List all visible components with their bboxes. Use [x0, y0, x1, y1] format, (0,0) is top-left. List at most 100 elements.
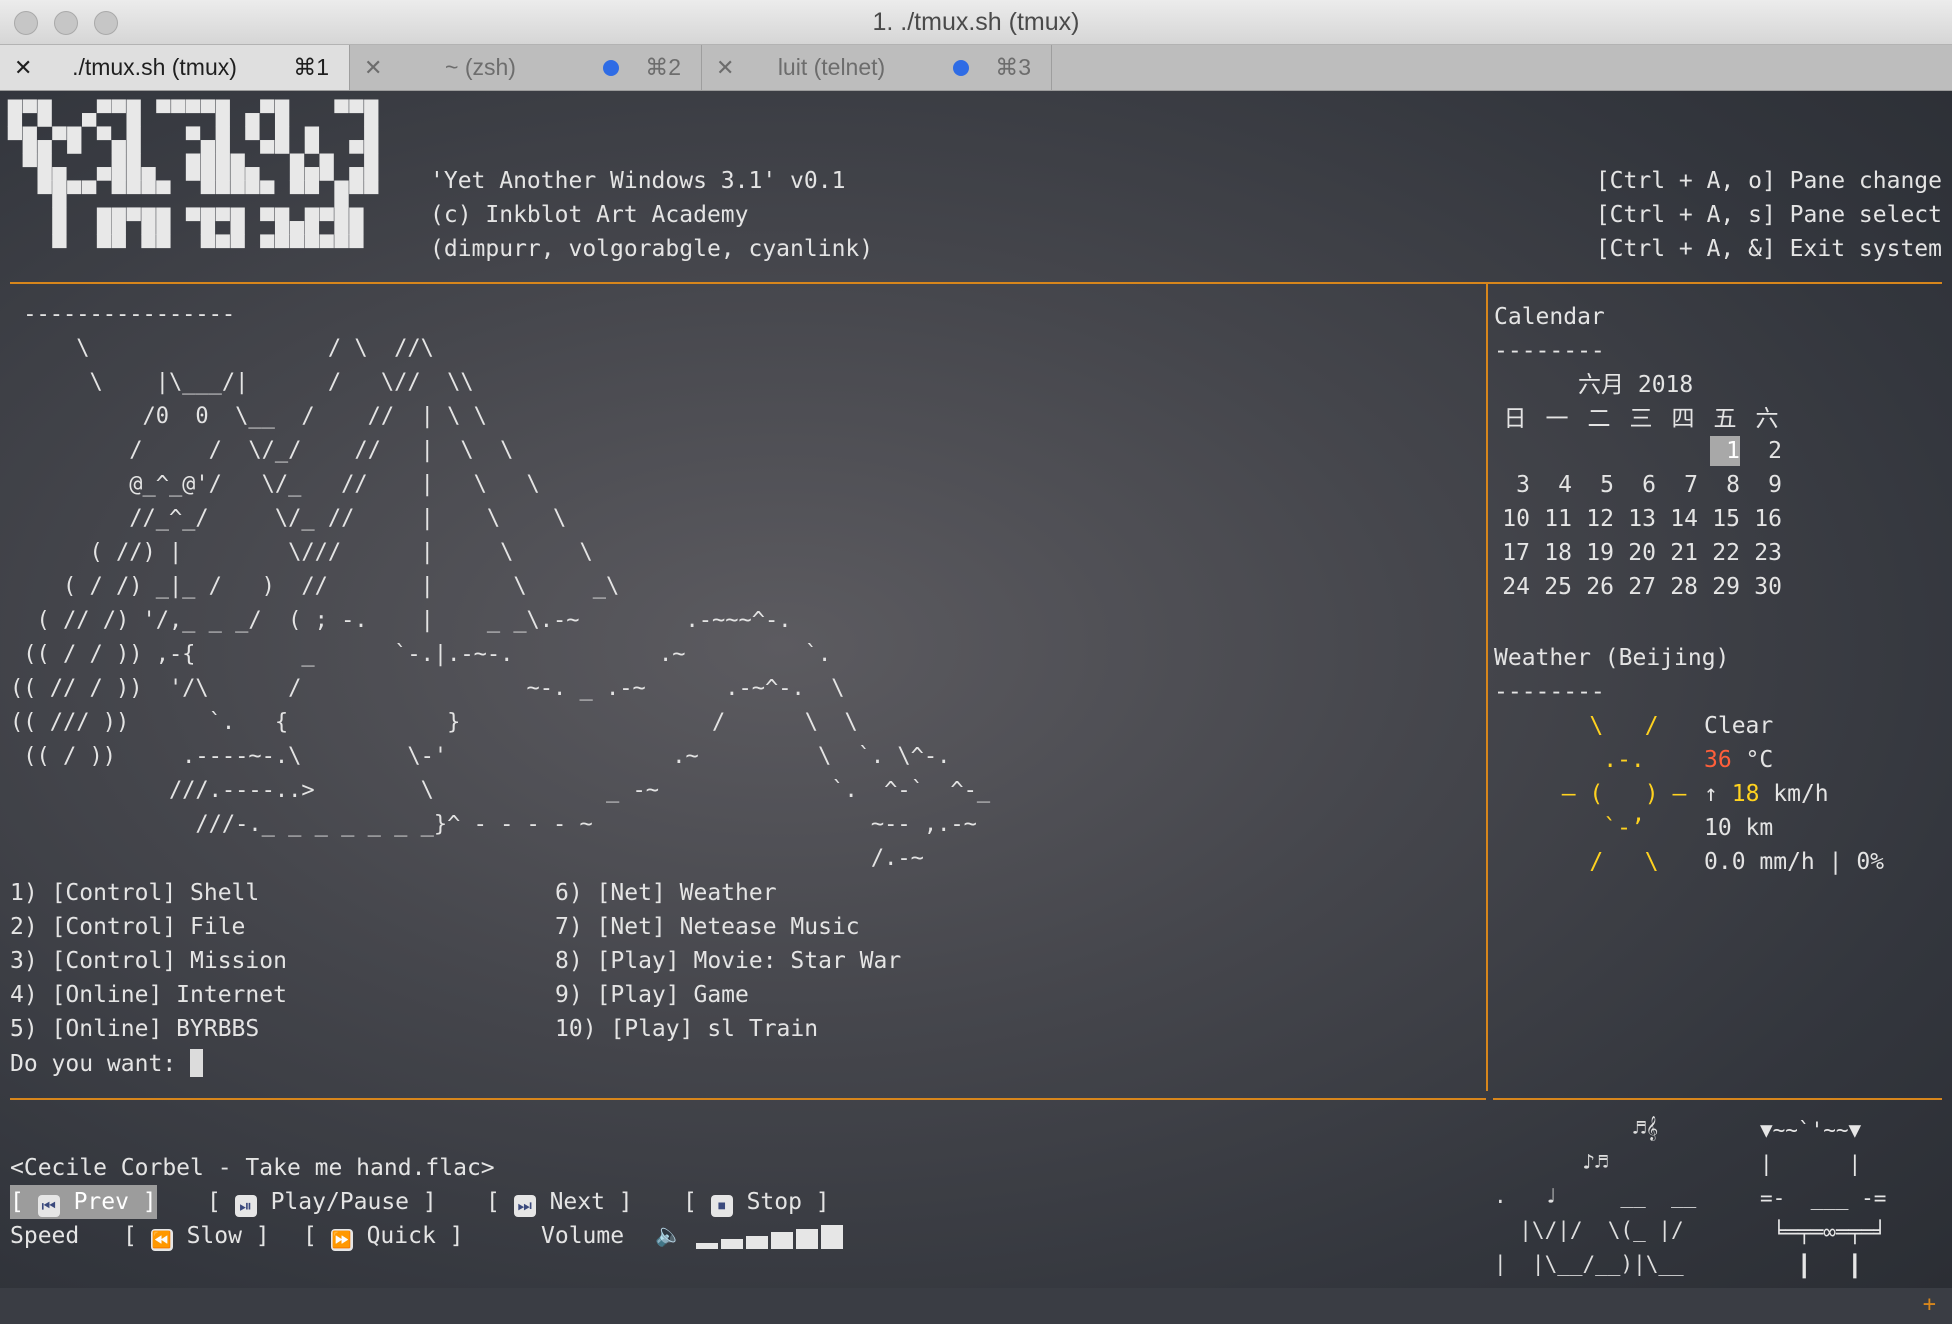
prev-icon: ⏮	[37, 1195, 60, 1217]
slow-icon: ⏪	[150, 1229, 173, 1251]
weather-title: Weather (Beijing)	[1494, 645, 1730, 671]
volume-slider[interactable]	[696, 1223, 856, 1249]
calendar-day[interactable]: 5	[1584, 470, 1614, 500]
calendar-grid: 日一二三四五六 1 2 3 4 5 6 7 8 9 10 11 12 13 14 15 16 17 18 19 20 21…	[1494, 402, 1794, 606]
dragon-ascii-art: ---------------- \ / \ //\ \ |\___/| / \…	[10, 302, 991, 871]
pane-divider-bottom-left	[10, 1098, 1486, 1100]
calendar-day[interactable]: 19	[1584, 538, 1614, 568]
volume-bar	[721, 1239, 743, 1249]
tab-shortcut: ⌘2	[645, 54, 681, 80]
sun-icon: \ / .-. ― ( ) ― `-’ / \	[1561, 713, 1687, 875]
app-version: 'Yet Another Windows 3.1' v0.1	[430, 168, 846, 194]
calendar-weekday: 四	[1671, 406, 1695, 432]
calendar-day[interactable]: 11	[1542, 504, 1572, 534]
slow-button[interactable]: [ ⏪ Slow ]	[123, 1219, 270, 1253]
stop-label: Stop	[746, 1189, 802, 1215]
calendar-day[interactable]: 28	[1668, 572, 1698, 602]
pane-divider-bottom-right	[1493, 1098, 1942, 1100]
calendar-day[interactable]: 30	[1752, 572, 1782, 602]
calendar-day[interactable]: 26	[1584, 572, 1614, 602]
menu-item-mission[interactable]: 3) [Control] Mission	[10, 944, 287, 978]
window-title: 1. ./tmux.sh (tmux)	[872, 8, 1080, 36]
calendar-day-today[interactable]: 1	[1710, 436, 1740, 466]
weather-temperature: 36 °C	[1704, 743, 1773, 777]
prev-button[interactable]: [ ⏮ Prev ]	[10, 1185, 157, 1219]
calendar-day[interactable]: 14	[1668, 504, 1698, 534]
calendar-day[interactable]: 25	[1542, 572, 1572, 602]
menu-item-game[interactable]: 9) [Play] Game	[555, 978, 749, 1012]
next-label: Next	[549, 1189, 605, 1215]
volume-bar	[821, 1225, 843, 1249]
calendar-day[interactable]: 12	[1584, 504, 1614, 534]
calendar-day[interactable]: 15	[1710, 504, 1740, 534]
menu-item-movie[interactable]: 8) [Play] Movie: Star War	[555, 944, 901, 978]
menu-item-weather[interactable]: 6) [Net] Weather	[555, 876, 777, 910]
prompt-text: Do you want:	[10, 1051, 191, 1077]
pane-divider-vertical	[1486, 283, 1488, 1091]
stop-button[interactable]: [ ⏹ Stop ]	[683, 1185, 830, 1219]
menu-item-file[interactable]: 2) [Control] File	[10, 910, 245, 944]
calendar-weekday: 一	[1545, 406, 1569, 432]
tab-zsh[interactable]: ✕ ~ (zsh) ⌘2	[350, 45, 702, 90]
calendar-day[interactable]: 3	[1500, 470, 1530, 500]
wind-unit: km/h	[1759, 781, 1829, 807]
calendar-day[interactable]: 18	[1542, 538, 1572, 568]
shortcut-exit-system: [Ctrl + A, &] Exit system	[1595, 236, 1942, 262]
weather-wind: ↑ 18 km/h	[1704, 777, 1829, 811]
tab-bar: ✕ ./tmux.sh (tmux) ⌘1 ✕ ~ (zsh) ⌘2 ✕ lui…	[0, 45, 1952, 91]
menu-item-netease-music[interactable]: 7) [Net] Netease Music	[555, 910, 860, 944]
calendar-day[interactable]: 20	[1626, 538, 1656, 568]
window-titlebar: 1. ./tmux.sh (tmux)	[0, 0, 1952, 45]
speed-label: Speed	[10, 1223, 80, 1249]
activity-dot-icon	[603, 60, 619, 76]
play-pause-button[interactable]: [ ⏯ Play/Pause ]	[207, 1185, 437, 1219]
next-button[interactable]: [ ⏭ Next ]	[486, 1185, 633, 1219]
slow-label: Slow	[186, 1223, 242, 1249]
tab-tmux[interactable]: ✕ ./tmux.sh (tmux) ⌘1	[0, 45, 350, 90]
menu-item-internet[interactable]: 4) [Online] Internet	[10, 978, 287, 1012]
calendar-day[interactable]: 27	[1626, 572, 1656, 602]
calendar-day[interactable]: 10	[1500, 504, 1530, 534]
menu-item-sl-train[interactable]: 10) [Play] sl Train	[555, 1012, 818, 1046]
tab-telnet[interactable]: ✕ luit (telnet) ⌘3	[702, 45, 1052, 90]
calendar-weekday: 二	[1587, 406, 1611, 432]
calendar-day[interactable]: 6	[1626, 470, 1656, 500]
next-icon: ⏭	[513, 1195, 536, 1217]
calendar-day[interactable]: 23	[1752, 538, 1782, 568]
wind-arrow-icon: ↑	[1704, 781, 1718, 807]
menu-item-shell[interactable]: 1) [Control] Shell	[10, 876, 259, 910]
calendar-day[interactable]: 13	[1626, 504, 1656, 534]
calendar-day[interactable]: 2	[1752, 436, 1782, 466]
menu-item-byrbbs[interactable]: 5) [Online] BYRBBS	[10, 1012, 259, 1046]
calendar-day[interactable]: 7	[1668, 470, 1698, 500]
volume-bar	[696, 1243, 718, 1249]
calendar-day[interactable]: 16	[1752, 504, 1782, 534]
calendar-day[interactable]: 21	[1668, 538, 1698, 568]
copyright-line: (c) Inkblot Art Academy	[430, 202, 749, 228]
table-ascii-art: ▼~~`'~~▼ | | =- ___ -= ╘═╤═∞═╤═╛ ┃ ┃	[1760, 1118, 1887, 1278]
terminal-area[interactable]: █▀█ ▄▀▀█ ▀▀▀▀█ ▄▀█ ▀▀█ ▀█▄▀█ ▀▄█ ▀▄█ ▀▄█…	[0, 91, 1952, 1324]
calendar-day[interactable]: 24	[1500, 572, 1530, 602]
authors-line: (dimpurr, volgorabgle, cyanlink)	[430, 236, 874, 262]
weather-visibility: 10 km	[1704, 815, 1774, 841]
calendar-day[interactable]: 29	[1710, 572, 1740, 602]
calendar-day[interactable]: 4	[1542, 470, 1572, 500]
weather-precipitation: 0.0 mm/h | 0%	[1704, 849, 1885, 875]
quick-icon: ⏩	[330, 1229, 353, 1251]
quick-label: Quick	[366, 1223, 436, 1249]
speaker-icon: 🔈	[655, 1223, 683, 1248]
volume-label: Volume	[541, 1223, 625, 1249]
calendar-title: Calendar	[1494, 304, 1605, 330]
calendar-weekday: 五	[1713, 406, 1737, 432]
calendar-weekday: 三	[1629, 406, 1653, 432]
add-icon[interactable]: +	[1923, 1292, 1936, 1317]
now-playing: <Cecile Corbel - Take me hand.flac>	[10, 1155, 495, 1181]
calendar-day[interactable]: 22	[1710, 538, 1740, 568]
calendar-day[interactable]: 9	[1752, 470, 1782, 500]
play-pause-icon: ⏯	[234, 1195, 257, 1217]
quick-button[interactable]: [ ⏩ Quick ]	[303, 1219, 464, 1253]
prompt-line[interactable]: Do you want:	[10, 1047, 204, 1081]
calendar-day[interactable]: 8	[1710, 470, 1740, 500]
calendar-day[interactable]: 17	[1500, 538, 1530, 568]
music-notes-art: ♬𝄞 ♪♬ . ♩ __ __ |\/|/ \(_ |/ | |\__/__)|…	[1494, 1116, 1697, 1276]
